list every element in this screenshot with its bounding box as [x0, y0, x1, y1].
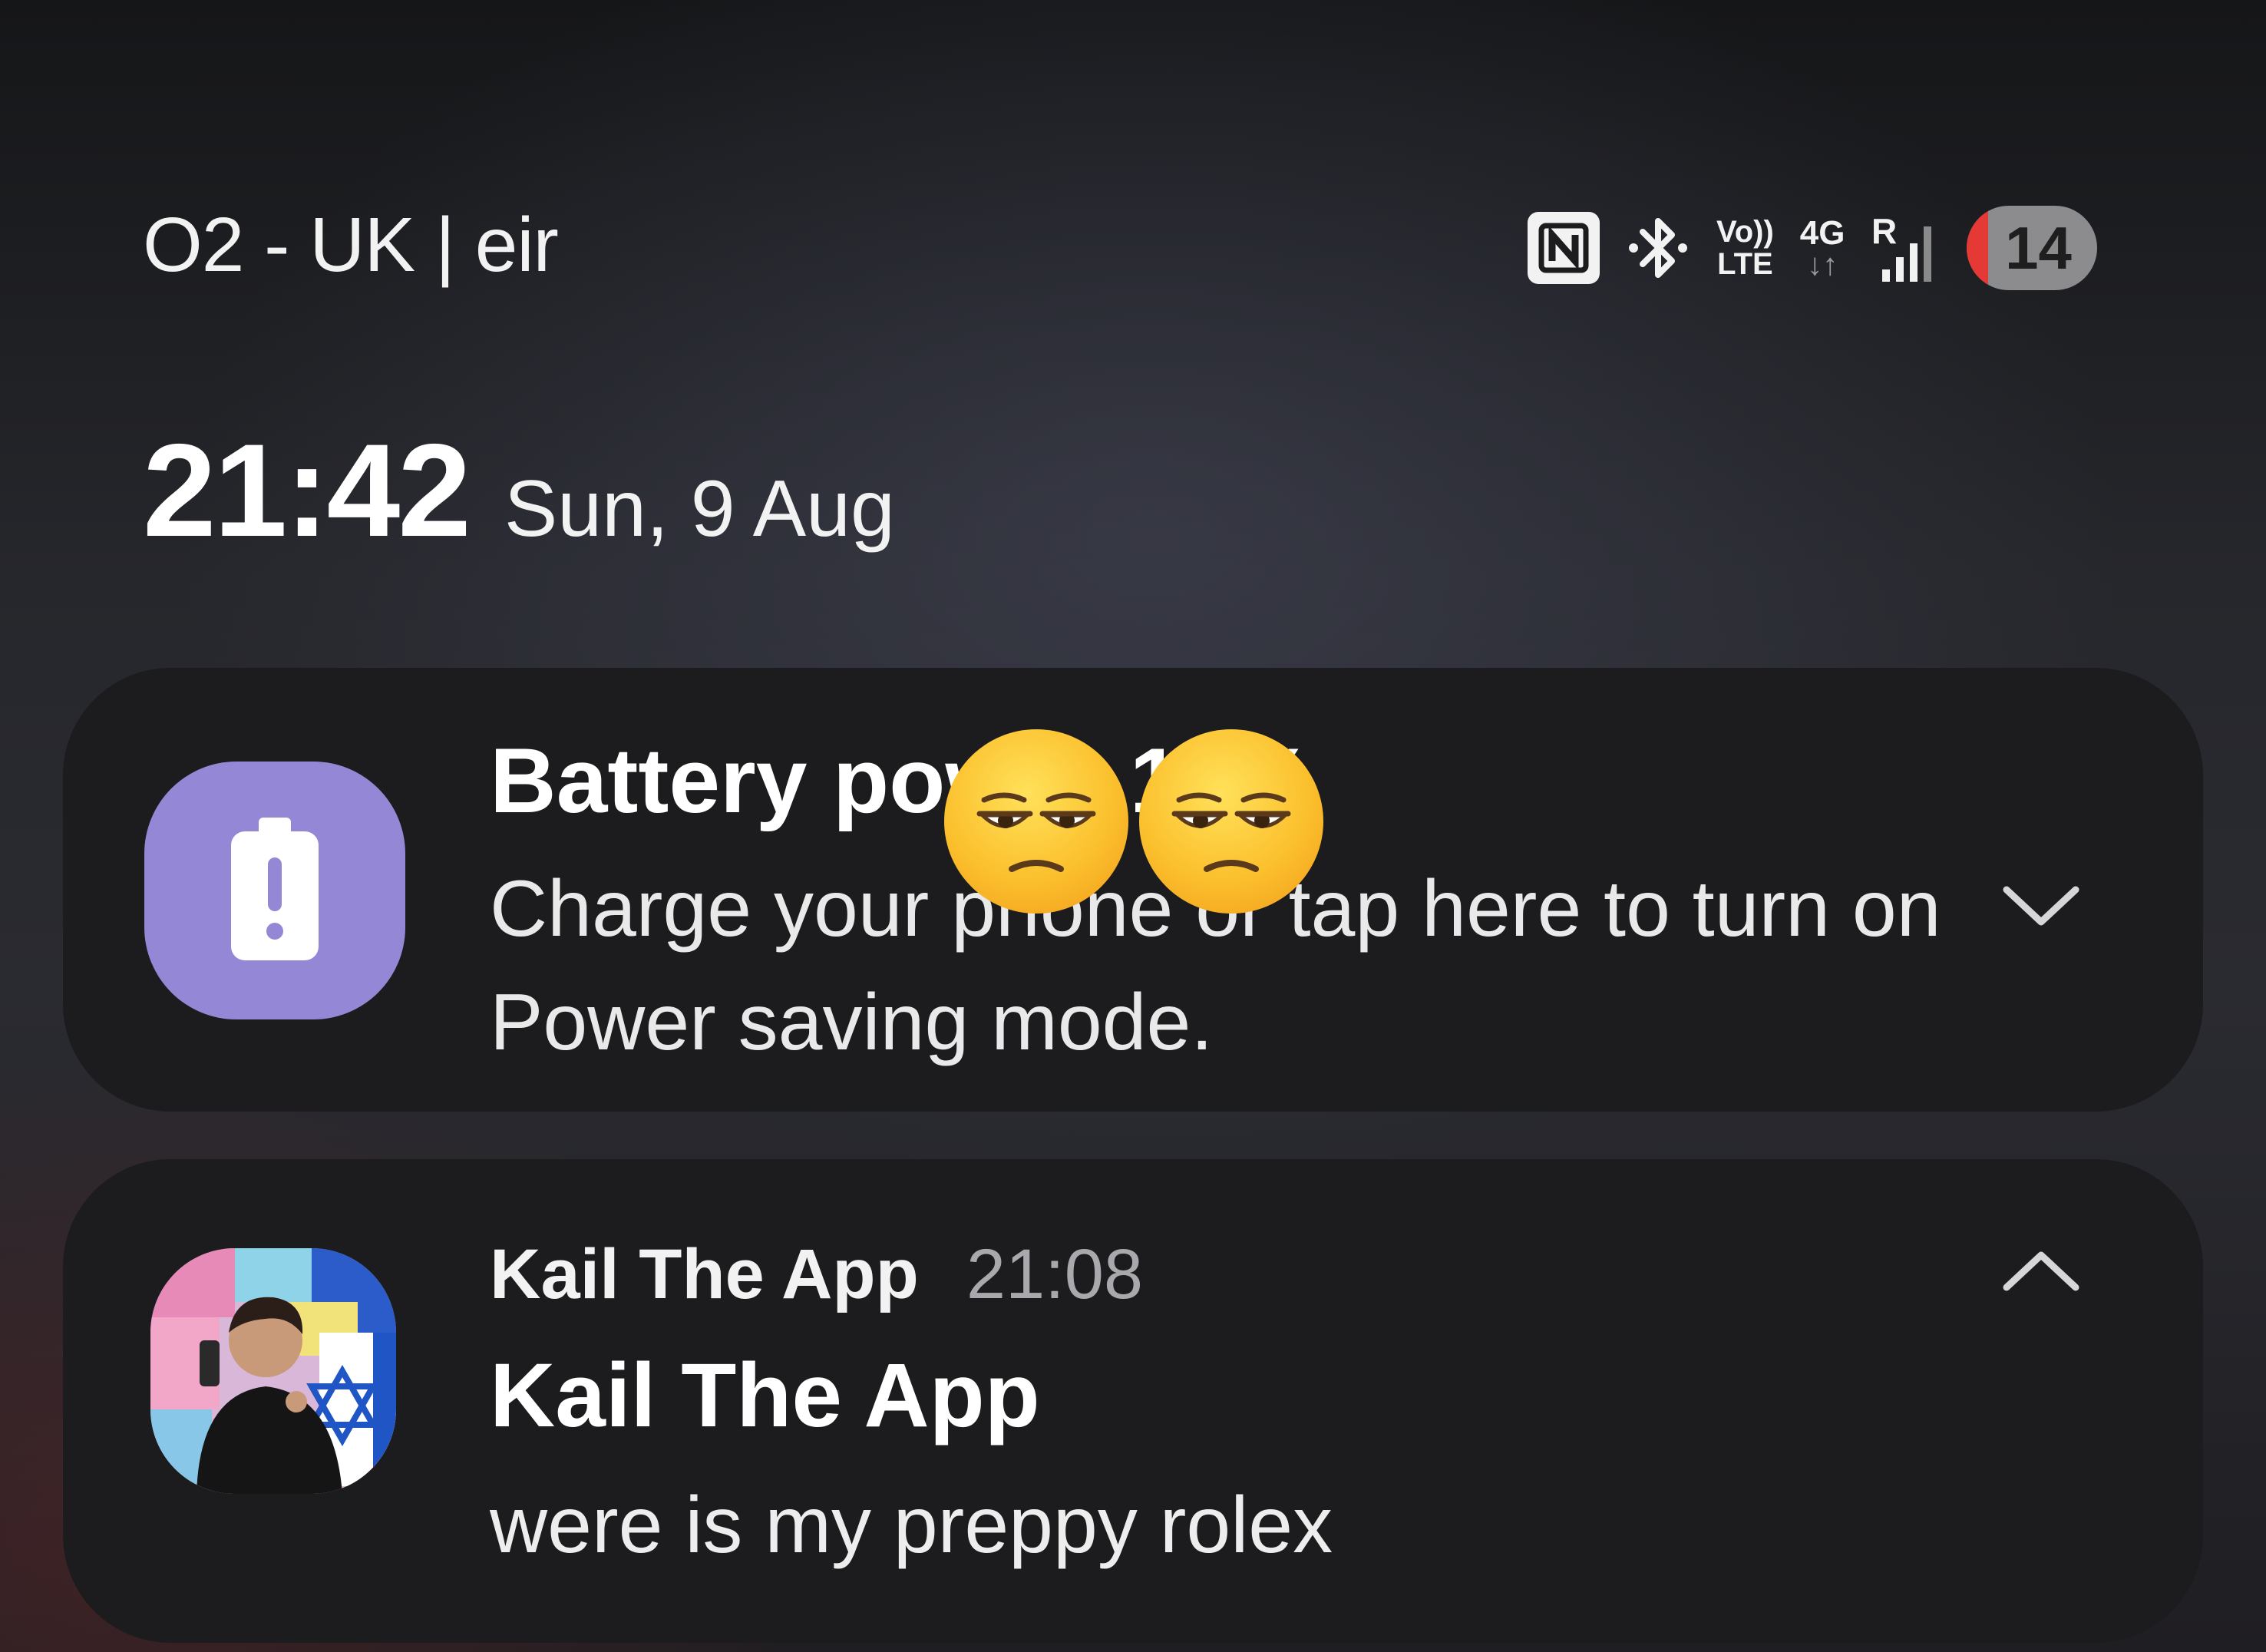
notification-time: 21:08 — [966, 1235, 1144, 1313]
message-header: Kail The App 21:08 — [490, 1234, 1143, 1315]
volte-bottom-label: LTE — [1717, 247, 1773, 281]
clock-date: Sun, 9 Aug — [504, 464, 895, 553]
battery-alert-icon — [144, 762, 405, 1019]
battery-icon: 14 — [1966, 206, 2097, 290]
volte-top-label: Vo)) — [1716, 215, 1774, 249]
message-text: were is my preppy rolex — [490, 1481, 1333, 1570]
chevron-up-icon[interactable] — [1991, 1233, 2091, 1310]
volte-icon: Vo)) LTE — [1716, 216, 1774, 280]
clock-time: 21:42 — [143, 417, 471, 564]
chevron-down-icon[interactable] — [1991, 867, 2091, 944]
unamused-face-emoji — [944, 729, 1128, 914]
bluetooth-icon — [1626, 212, 1690, 284]
roaming-indicator: R — [1871, 211, 1897, 251]
unamused-face-emoji — [1139, 729, 1323, 914]
battery-fill — [1966, 206, 1989, 290]
nfc-icon — [1528, 212, 1600, 284]
network-4g-icon: 4G ↓↑ — [1799, 214, 1845, 282]
data-activity-arrows: ↓↑ — [1807, 248, 1838, 282]
message-sender: Kail The App — [490, 1345, 1040, 1446]
clock-row: 21:42 Sun, 9 Aug — [143, 415, 895, 567]
app-name: Kail The App — [490, 1235, 919, 1313]
network-type-label: 4G — [1799, 214, 1845, 252]
contact-avatar[interactable] — [150, 1248, 396, 1494]
carrier-name: O2 - UK | eir — [143, 202, 559, 288]
battery-notification[interactable]: Battery power 14% Charge your phone or t… — [63, 668, 2203, 1112]
battery-level: 14 — [2005, 213, 2072, 282]
message-notification[interactable]: Kail The App 21:08 Kail The App were is … — [63, 1159, 2203, 1643]
status-icons: Vo)) LTE 4G ↓↑ R 14 — [1528, 198, 2097, 298]
signal-icon: R — [1871, 210, 1941, 286]
